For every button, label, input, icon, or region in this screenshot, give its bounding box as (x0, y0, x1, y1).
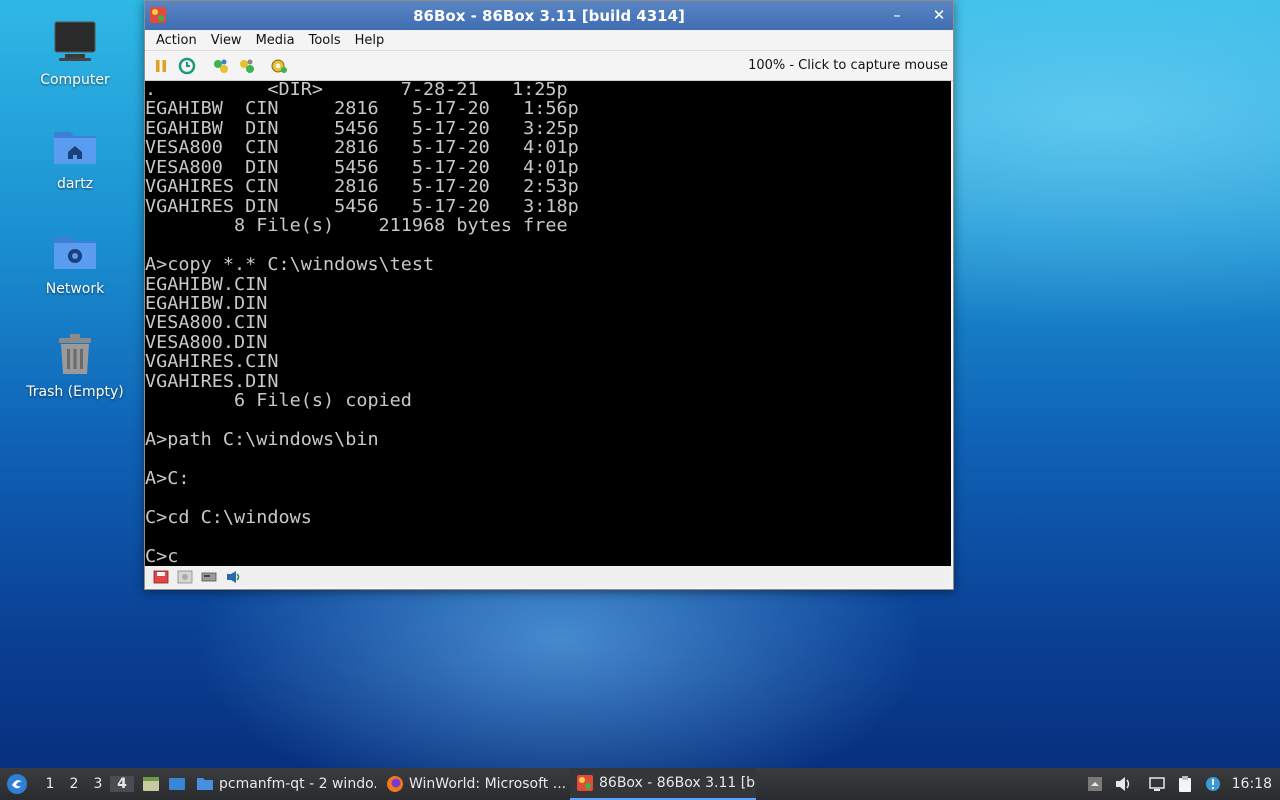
menu-bar: Action View Media Tools Help (145, 30, 953, 51)
desktop-icon-home[interactable]: dartz (20, 122, 130, 192)
ctrl-alt-del-icon (214, 59, 228, 73)
system-tray: 16:18 (1086, 768, 1280, 800)
firefox-icon (387, 776, 403, 792)
update-notifier-icon[interactable] (1204, 775, 1222, 793)
desktop-icon-network[interactable]: Network (20, 227, 130, 297)
desktop-icon-computer[interactable]: Computer (20, 18, 130, 88)
window-titlebar[interactable]: 86Box - 86Box 3.11 [build 4314] – ✕ (145, 1, 953, 30)
ctrl-alt-esc-button[interactable] (237, 56, 257, 76)
pause-icon (156, 59, 166, 72)
start-menu-icon[interactable] (6, 773, 28, 795)
clipboard-icon[interactable] (1176, 775, 1194, 793)
desktop-icon-label: Computer (40, 72, 110, 88)
trash-icon (59, 334, 91, 374)
desktop-icon-label: Network (45, 281, 105, 297)
toolbar: 100% - Click to capture mouse (145, 51, 953, 81)
network-folder-icon (54, 237, 96, 269)
ctrl-alt-esc-icon (240, 59, 254, 73)
task-label: WinWorld: Microsoft ... (409, 776, 566, 792)
dos-console-output: . <DIR> 7-28-21 1:25p EGAHIBW CIN 2816 5… (145, 81, 579, 566)
ctrl-alt-del-button[interactable] (211, 56, 231, 76)
file-manager-launcher-icon[interactable] (142, 775, 160, 793)
menu-action[interactable]: Action (149, 33, 204, 48)
86box-app-icon (577, 775, 593, 791)
floppy-icon[interactable] (153, 570, 169, 584)
minimize-button[interactable]: – (886, 5, 908, 25)
taskbar: 1 2 3 4 pcmanfm-qt - 2 windo... WinWorld… (0, 768, 1280, 800)
pause-button[interactable] (151, 56, 171, 76)
hdd-icon[interactable] (201, 570, 217, 584)
cdrom-icon[interactable] (177, 570, 193, 584)
desktop-icon-label: Trash (Empty) (26, 384, 124, 400)
menu-help[interactable]: Help (348, 33, 392, 48)
mouse-capture-status[interactable]: 100% - Click to capture mouse (748, 58, 948, 73)
volume-icon[interactable] (1114, 775, 1132, 793)
desktop-switch-3[interactable]: 3 (86, 776, 110, 792)
desktop-icon-trash[interactable]: Trash (Empty) (20, 330, 130, 400)
menu-tools[interactable]: Tools (302, 33, 348, 48)
folder-icon (197, 778, 213, 790)
menu-media[interactable]: Media (249, 33, 302, 48)
desktop-switch-1[interactable]: 1 (38, 776, 62, 792)
task-label: 86Box - 86Box 3.11 [b... (599, 775, 756, 791)
reset-button[interactable] (177, 56, 197, 76)
task-86box[interactable]: 86Box - 86Box 3.11 [b... (570, 768, 756, 800)
sound-icon[interactable] (225, 570, 241, 584)
86box-app-icon (150, 7, 166, 23)
emulator-window: 86Box - 86Box 3.11 [build 4314] – ✕ Acti… (144, 0, 954, 590)
desktop-icon-label: dartz (56, 176, 94, 192)
task-firefox[interactable]: WinWorld: Microsoft ... (380, 768, 566, 800)
clock[interactable]: 16:18 (1232, 776, 1272, 792)
show-desktop-icon[interactable] (168, 775, 186, 793)
emulator-screen[interactable]: . <DIR> 7-28-21 1:25p EGAHIBW CIN 2816 5… (145, 81, 951, 566)
network-tray-icon[interactable] (1148, 775, 1166, 793)
task-label: pcmanfm-qt - 2 windo... (219, 776, 376, 792)
home-folder-icon (54, 132, 96, 164)
settings-icon (271, 59, 287, 73)
computer-icon (54, 21, 96, 61)
window-title: 86Box - 86Box 3.11 [build 4314] (413, 6, 685, 25)
settings-button[interactable] (269, 56, 289, 76)
task-pcmanfm[interactable]: pcmanfm-qt - 2 windo... (190, 768, 376, 800)
close-button[interactable]: ✕ (928, 5, 950, 25)
reset-icon (178, 57, 196, 74)
desktop-switch-2[interactable]: 2 (62, 776, 86, 792)
menu-view[interactable]: View (204, 33, 249, 48)
tray-expand-icon[interactable] (1086, 775, 1104, 793)
desktop-switch-4[interactable]: 4 (110, 776, 134, 792)
status-bar (145, 566, 951, 587)
